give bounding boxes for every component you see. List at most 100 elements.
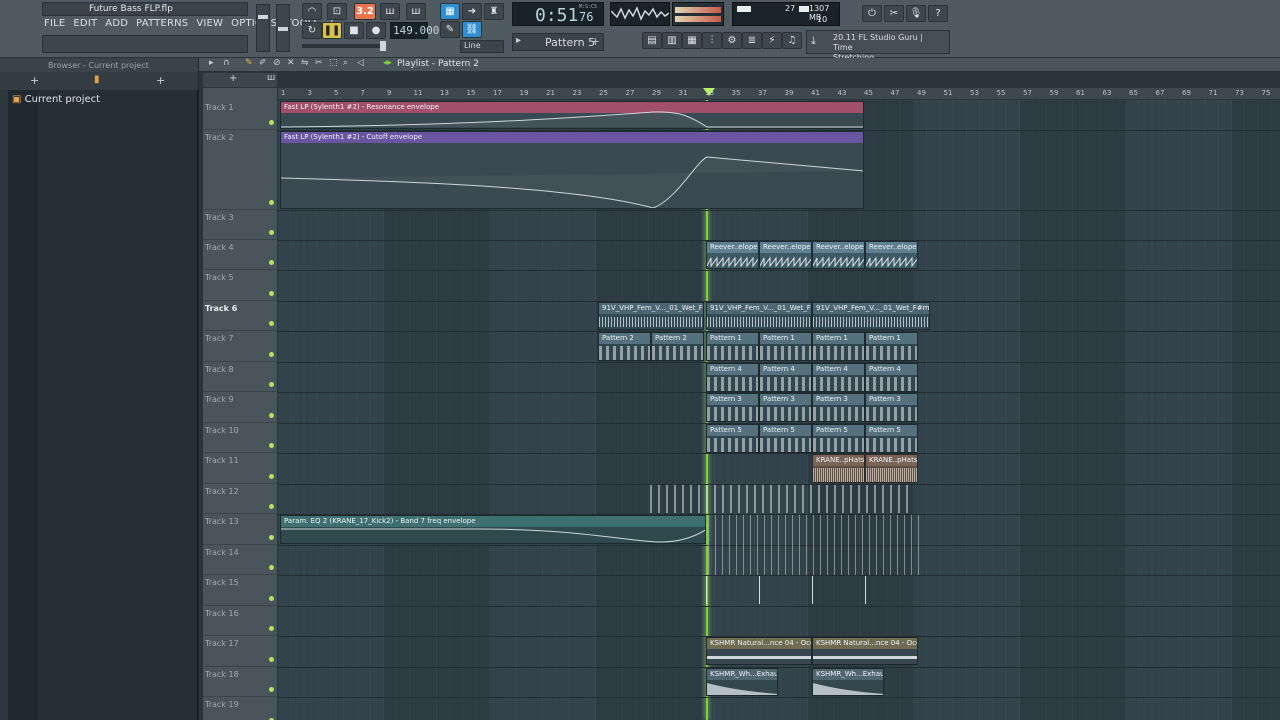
automation-clip[interactable]: Fast LP (Sylenth1 #2) - Resonance envelo… <box>280 101 864 129</box>
slice-tool-icon[interactable]: ✂ <box>315 58 323 68</box>
stop-button[interactable]: ■ <box>344 22 364 39</box>
pattern-clip[interactable]: Pattern 4 <box>812 363 865 392</box>
playlist-view-icon[interactable]: ▦ <box>440 3 460 20</box>
pattern-clip[interactable]: Pattern 4 <box>759 363 812 392</box>
master-volume-slider[interactable] <box>256 4 270 52</box>
online-icon[interactable]: ⏻ <box>862 5 882 22</box>
track-header[interactable]: Track 11 <box>203 453 277 484</box>
paint-tool-icon[interactable]: ✐ <box>259 58 267 68</box>
expand-icon[interactable]: + <box>30 74 39 87</box>
mixer-icon[interactable]: ⫶ <box>702 32 722 49</box>
magnet-icon[interactable]: ∩ <box>223 58 230 68</box>
track-header[interactable]: Track 2 <box>203 130 277 210</box>
loop-record-icon[interactable]: ↻ <box>302 22 322 39</box>
track-enable-led[interactable] <box>269 382 274 387</box>
audio-clip[interactable]: KSHMR Natural...nce 04 - Ocean <box>812 637 918 665</box>
pattern-picker-icon[interactable]: ш <box>267 73 275 83</box>
menu-view[interactable]: VIEW <box>196 18 223 32</box>
pattern-prev-icon[interactable]: ▸ <box>516 35 521 46</box>
clip-marker[interactable] <box>865 576 873 604</box>
audio-clip[interactable]: 91V_VHP_Fem_V..._01_Wet_F#m #2 <box>812 302 930 330</box>
track-enable-led[interactable] <box>269 352 274 357</box>
record-button[interactable]: ● <box>366 22 386 39</box>
draw-tool-icon[interactable]: ✎ <box>245 58 253 68</box>
menu-edit[interactable]: EDIT <box>73 18 97 32</box>
clip-marker[interactable] <box>812 576 820 604</box>
menu-add[interactable]: ADD <box>105 18 128 32</box>
step-edit-icon[interactable]: ш <box>380 3 400 20</box>
track-enable-led[interactable] <box>269 120 274 125</box>
piano-roll-icon[interactable]: ▥ <box>662 32 682 49</box>
audio-clip[interactable]: KSHMR Natural...nce 04 - Ocean <box>706 637 812 665</box>
track-enable-led[interactable] <box>269 200 274 205</box>
snap-select[interactable]: Line <box>460 40 504 53</box>
playback-position-slider[interactable] <box>302 41 386 51</box>
track-header[interactable]: Track 13 <box>203 514 277 545</box>
help-icon[interactable]: ? <box>928 5 948 22</box>
pattern-selector[interactable]: ▸ Pattern 5 + <box>512 33 604 51</box>
track-header[interactable]: Track 4 <box>203 240 277 270</box>
pattern-clip[interactable]: Pattern 1 <box>865 332 918 361</box>
playlist-grid[interactable]: Fast LP (Sylenth1 #2) - Resonance envelo… <box>278 100 1280 720</box>
menu-patterns[interactable]: PATTERNS <box>136 18 188 32</box>
track-enable-led[interactable] <box>269 535 274 540</box>
blend-notes-icon[interactable]: ш <box>406 3 426 20</box>
track-enable-led[interactable] <box>269 657 274 662</box>
drum-clip-strip[interactable] <box>708 515 924 575</box>
pattern-clip[interactable]: Pattern 2 <box>651 332 704 361</box>
folder-icon[interactable]: ▮ <box>94 74 100 85</box>
track-header[interactable]: Track 18 <box>203 667 277 697</box>
pencil-tool-icon[interactable]: ✎ <box>440 21 460 38</box>
track-enable-led[interactable] <box>269 230 274 235</box>
track-header[interactable]: Track 9 <box>203 392 277 423</box>
audio-clip[interactable]: KSHMR_Wh...Exhaust <box>706 668 778 696</box>
track-enable-led[interactable] <box>269 443 274 448</box>
slip-tool-icon[interactable]: ⇋ <box>301 58 309 68</box>
track-enable-led[interactable] <box>269 687 274 692</box>
news-panel[interactable]: ⤓ 20.11 FL Studio Guru | Time Stretching <box>806 30 950 62</box>
pattern-clip[interactable]: Pattern 1 <box>706 332 759 361</box>
pattern-clip[interactable]: Pattern 1 <box>759 332 812 361</box>
track-enable-led[interactable] <box>269 291 274 296</box>
mute-tool-icon[interactable]: ✕ <box>287 58 295 68</box>
metronome-icon[interactable]: ◠ <box>302 3 322 20</box>
track-enable-led[interactable] <box>269 260 274 265</box>
track-header[interactable]: Track 5 <box>203 270 277 301</box>
pattern-clip[interactable]: Pattern 3 <box>812 393 865 422</box>
collapse-icon[interactable]: + <box>156 74 165 87</box>
pattern-clip[interactable]: Pattern 2 <box>598 332 651 361</box>
zoom-tool-icon[interactable]: ⌕ <box>343 58 348 68</box>
cut-tool-icon[interactable]: ✂ <box>884 5 904 22</box>
audio-clip[interactable]: KSHMR_Wh...Exhaust <box>812 668 884 696</box>
channel-rack-icon[interactable]: ▦ <box>682 32 702 49</box>
clip-marker[interactable] <box>759 576 767 604</box>
pattern-clip[interactable]: Pattern 5 <box>865 424 918 453</box>
track-header[interactable]: Track 14 <box>203 545 277 575</box>
track-enable-led[interactable] <box>269 596 274 601</box>
automation-clip[interactable]: Param. EQ 2 (KRANE_17_Kick2) - Band 7 fr… <box>280 515 706 544</box>
track-enable-led[interactable] <box>269 321 274 326</box>
master-pitch-slider[interactable] <box>276 4 290 52</box>
menu-file[interactable]: FILE <box>44 18 65 32</box>
playhead-marker-icon[interactable] <box>703 88 715 96</box>
pattern-clip[interactable]: Pattern 3 <box>759 393 812 422</box>
track-enable-led[interactable] <box>269 626 274 631</box>
track-header[interactable]: Track 6 <box>203 301 277 331</box>
playlist-menu-icon[interactable]: ▸ <box>209 58 214 68</box>
track-header[interactable]: Track 1 <box>203 100 277 130</box>
pattern-clip[interactable]: Pattern 1 <box>812 332 865 361</box>
pattern-clip[interactable]: Pattern 4 <box>865 363 918 392</box>
pattern-clip[interactable]: Pattern 5 <box>759 424 812 453</box>
automation-clip[interactable]: Reever..elope <box>865 241 918 269</box>
touch-keyboard-icon[interactable]: ♫ <box>782 32 802 49</box>
playlist-window-icon[interactable]: ▤ <box>642 32 662 49</box>
track-header[interactable]: Track 7 <box>203 331 277 362</box>
snap-magnet-icon[interactable]: ➜ <box>462 3 482 20</box>
pattern-clip[interactable]: Pattern 3 <box>706 393 759 422</box>
select-tool-icon[interactable]: ⬚ <box>329 58 338 68</box>
audio-clip[interactable]: KRANE..pHats <box>865 454 918 483</box>
track-header[interactable]: Track 10 <box>203 423 277 453</box>
arrow-left-right-icon[interactable]: ◂▸ <box>383 58 392 68</box>
pattern-song-toggle[interactable]: 3.2 <box>354 3 376 20</box>
automation-clip[interactable]: Reever..elope <box>812 241 865 269</box>
